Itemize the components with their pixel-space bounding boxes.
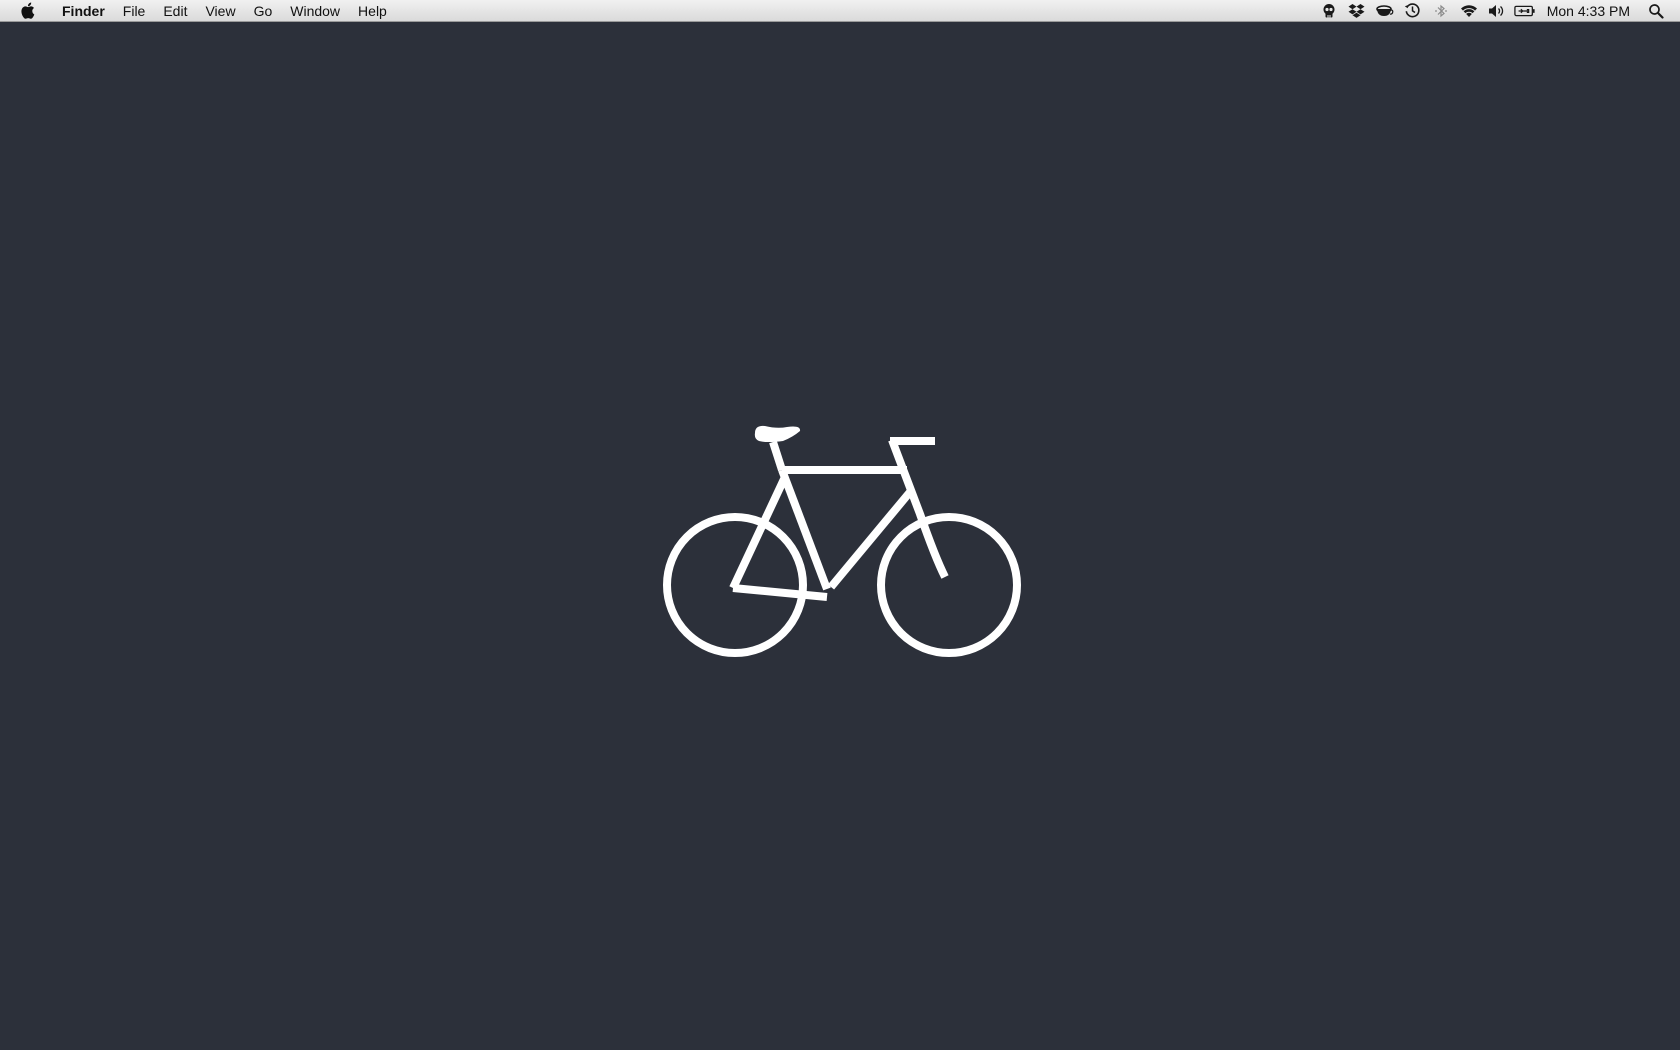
menu-go[interactable]: Go	[245, 0, 282, 22]
wifi-icon[interactable]	[1458, 1, 1480, 21]
seat-post	[769, 440, 786, 472]
menu-bar-left: Finder File Edit View Go Window Help	[0, 0, 396, 22]
saddle	[754, 425, 801, 442]
front-wheel	[877, 513, 1021, 657]
dropbox-icon[interactable]	[1346, 1, 1368, 21]
menu-app-finder[interactable]: Finder	[53, 0, 114, 22]
spotlight-search-icon[interactable]	[1645, 1, 1667, 21]
caffeine-cup-icon[interactable]	[1374, 1, 1396, 21]
bicycle-icon	[663, 425, 1021, 657]
menu-edit[interactable]: Edit	[154, 0, 196, 22]
apple-icon[interactable]	[19, 2, 35, 20]
menu-help[interactable]: Help	[349, 0, 396, 22]
menu-bar-clock[interactable]: Mon 4:33 PM	[1539, 0, 1642, 22]
time-machine-icon[interactable]	[1402, 1, 1424, 21]
bluetooth-icon[interactable]	[1430, 1, 1452, 21]
menu-view[interactable]: View	[196, 0, 244, 22]
chain-stay	[732, 584, 828, 601]
menu-bar: Finder File Edit View Go Window Help Mon…	[0, 0, 1680, 22]
volume-icon[interactable]	[1486, 1, 1508, 21]
battery-icon[interactable]	[1514, 1, 1536, 21]
skull-agent-icon[interactable]	[1318, 1, 1340, 21]
desktop	[0, 22, 1680, 1050]
menu-bar-status-area: Mon 4:33 PM	[1315, 0, 1680, 22]
menu-file[interactable]: File	[114, 0, 155, 22]
menu-window[interactable]: Window	[281, 0, 349, 22]
